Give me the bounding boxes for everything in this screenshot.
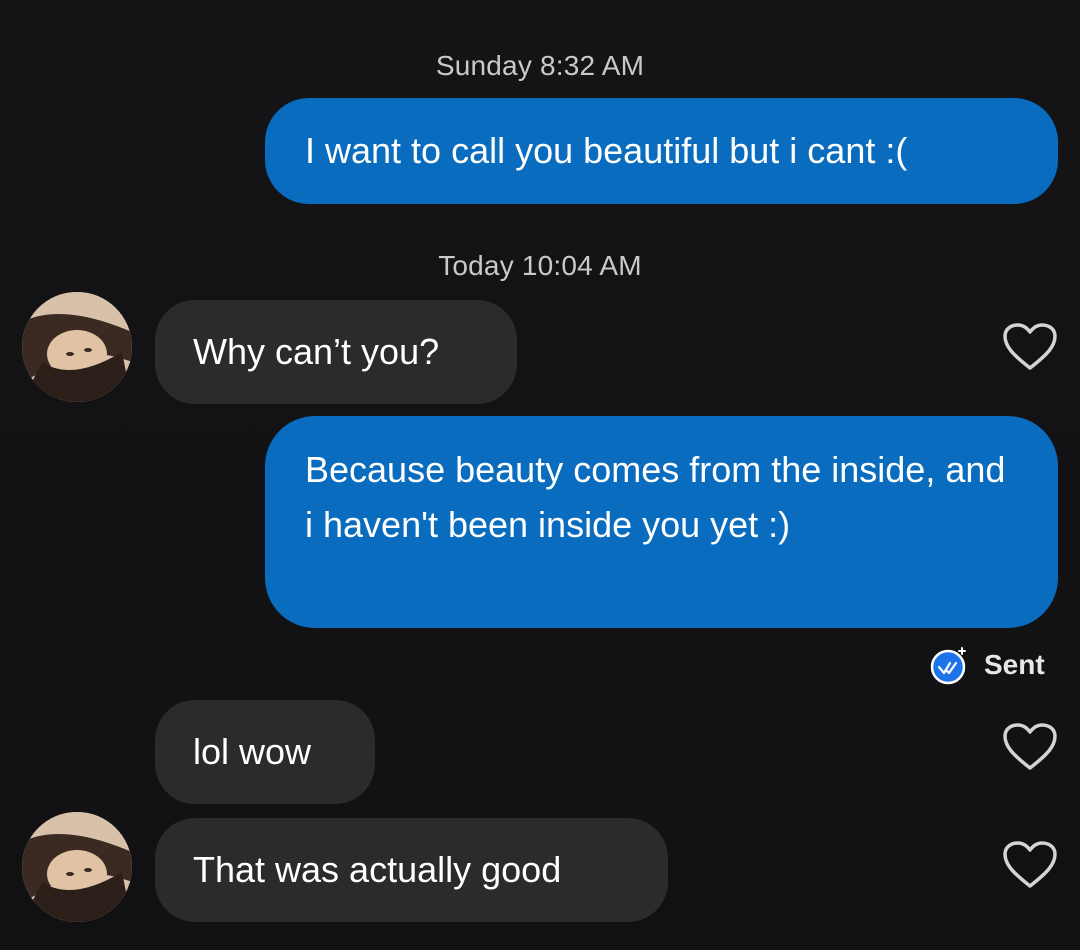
- outgoing-message[interactable]: I want to call you beautiful but i cant …: [265, 98, 1058, 204]
- message-status: Sent: [926, 640, 1045, 690]
- incoming-message[interactable]: lol wow: [155, 700, 375, 804]
- chat-thread: Sunday 8:32 AM I want to call you beauti…: [0, 0, 1080, 950]
- avatar[interactable]: [22, 292, 132, 402]
- outgoing-message[interactable]: Because beauty comes from the inside, an…: [265, 416, 1058, 628]
- avatar-photo: [22, 292, 132, 402]
- heart-outline-icon[interactable]: [1002, 722, 1058, 772]
- avatar[interactable]: [22, 812, 132, 922]
- sent-check-icon: [926, 643, 970, 687]
- status-label: Sent: [984, 649, 1045, 680]
- timestamp: Sunday 8:32 AM: [435, 50, 645, 81]
- incoming-message[interactable]: That was actually good: [155, 818, 668, 922]
- heart-outline-icon[interactable]: [1002, 322, 1058, 372]
- timestamp: Today 10:04 AM: [438, 250, 642, 281]
- heart-outline-icon[interactable]: [1002, 840, 1058, 890]
- avatar-photo: [22, 812, 132, 922]
- incoming-message[interactable]: Why can’t you?: [155, 300, 517, 404]
